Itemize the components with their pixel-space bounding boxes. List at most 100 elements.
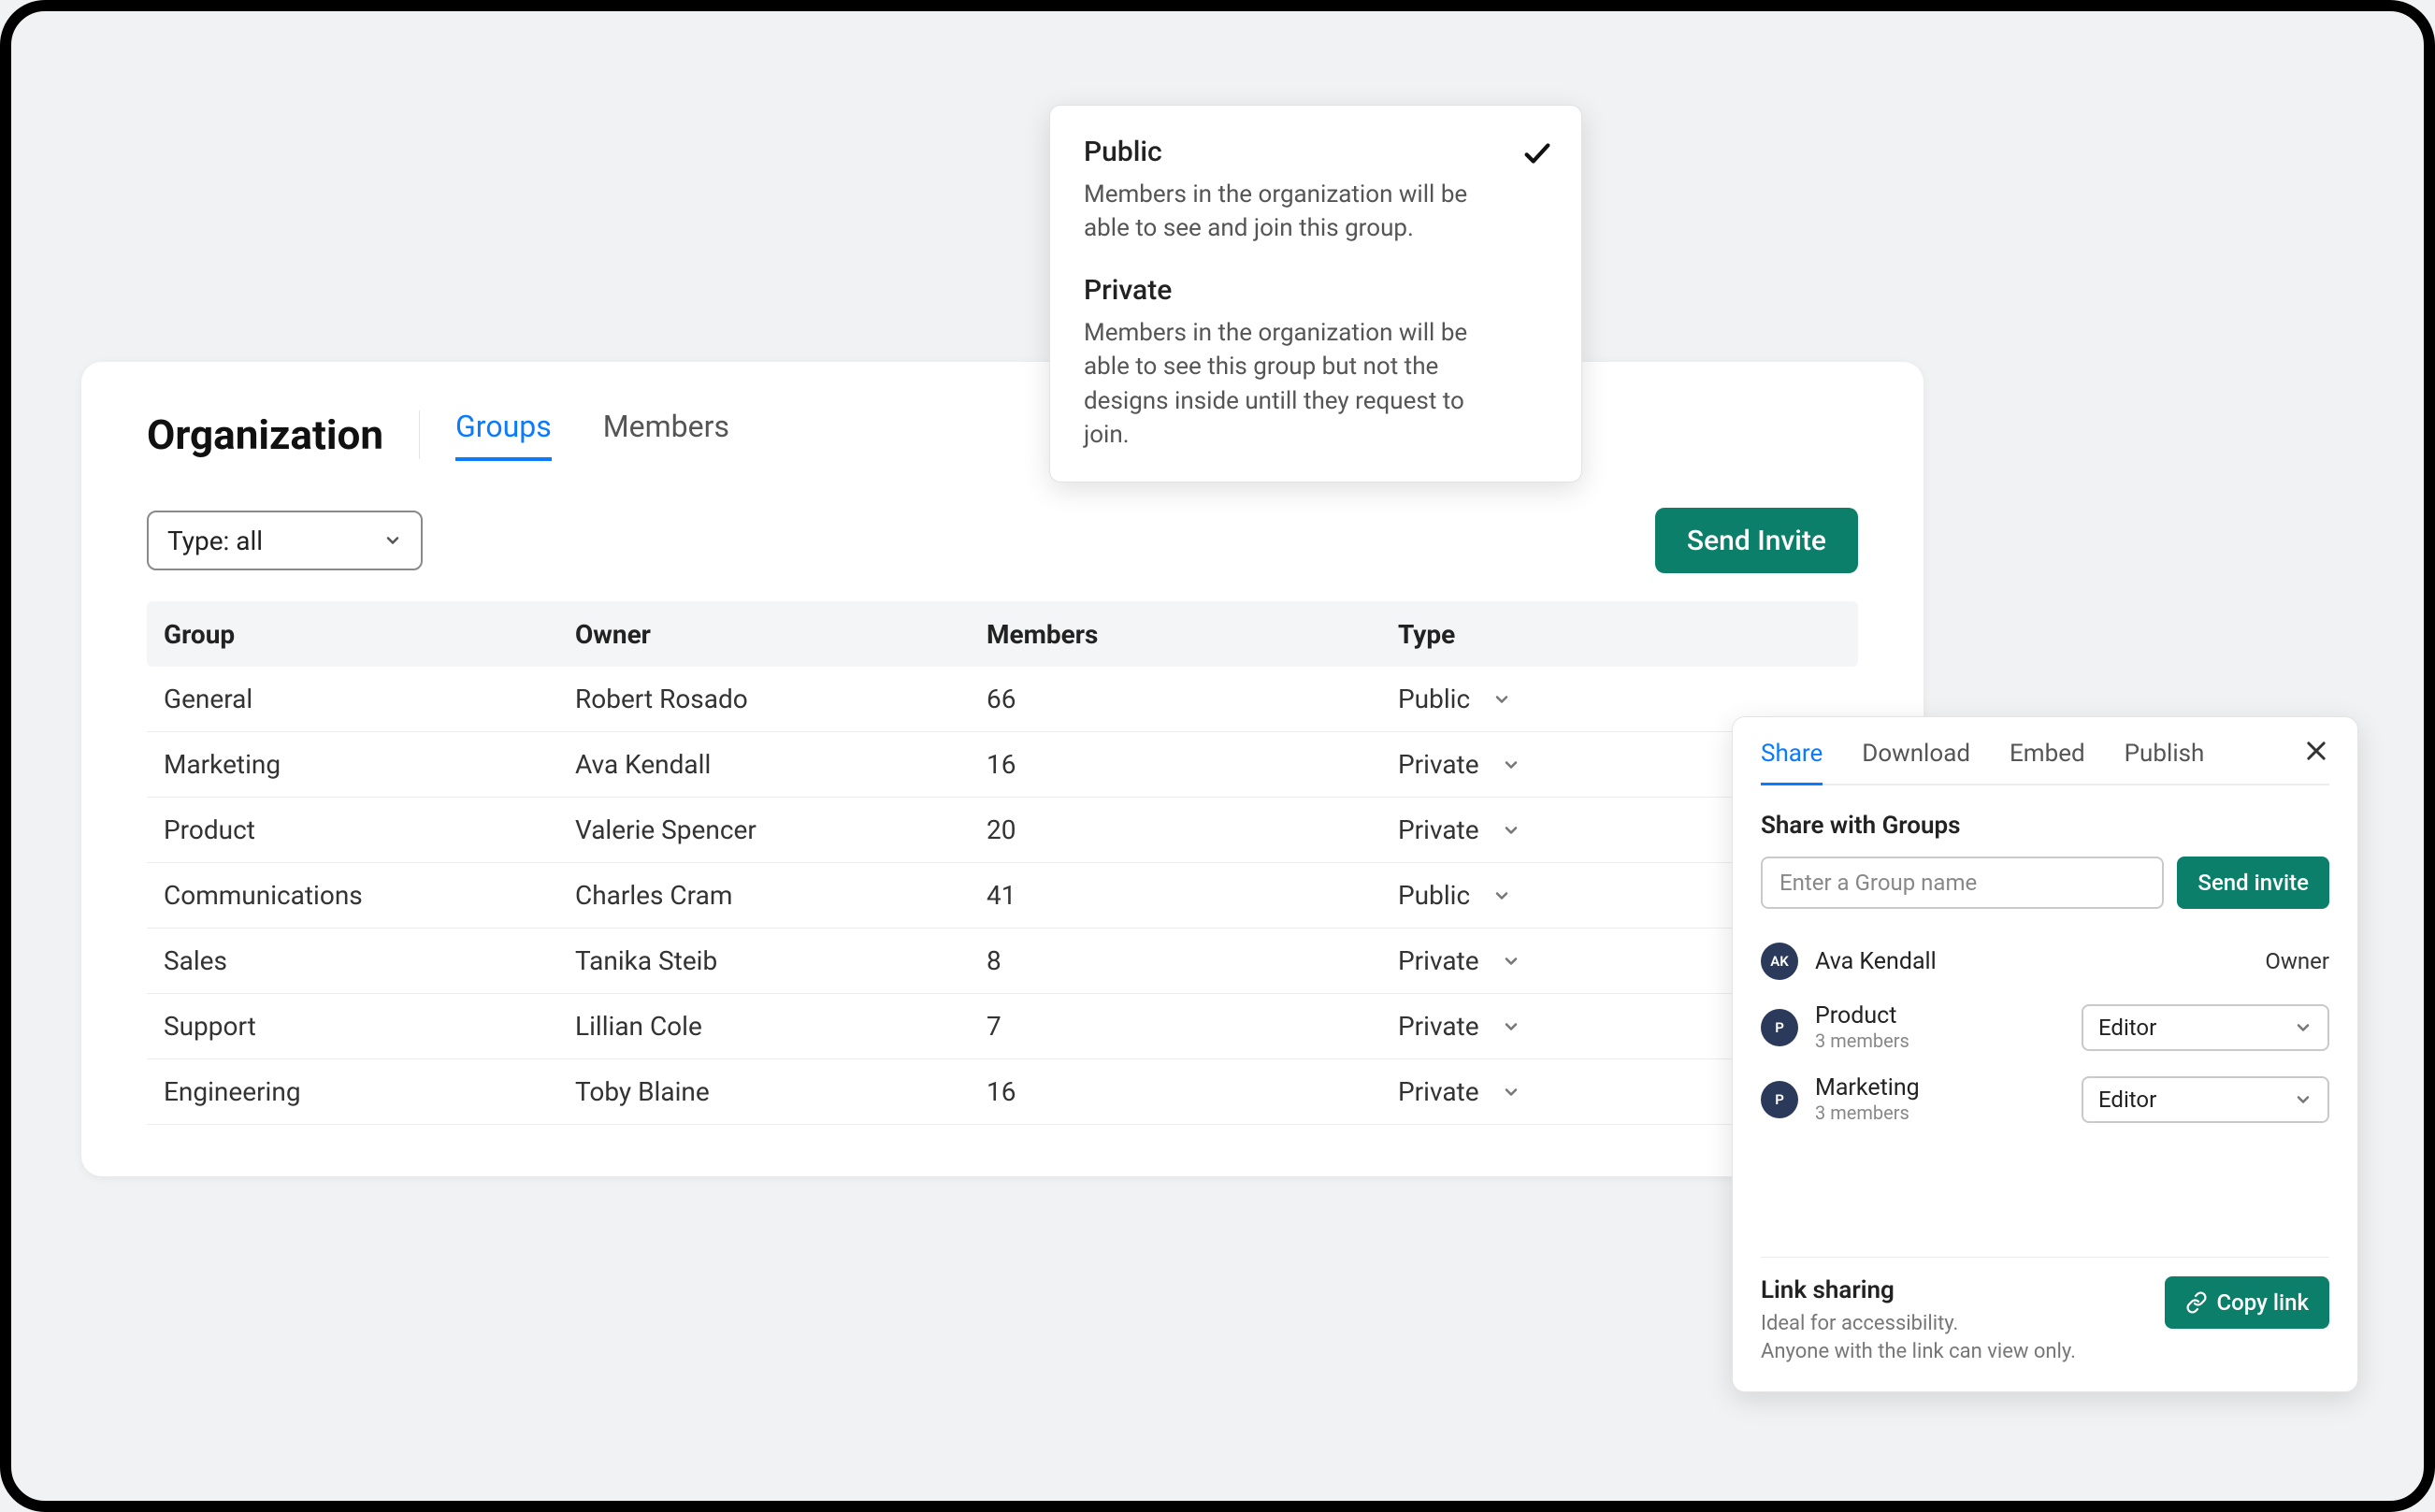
copy-link-button[interactable]: Copy link [2165, 1276, 2329, 1329]
chevron-down-icon [1502, 821, 1520, 840]
share-modal: Share Download Embed Publish Share with Gro… [1732, 716, 2358, 1392]
avatar: P [1761, 1009, 1798, 1046]
cell-group: Engineering [164, 1076, 575, 1107]
share-tab-download[interactable]: Download [1862, 740, 1970, 785]
share-send-invite-label: Send invite [2197, 870, 2309, 896]
table-row[interactable]: CommunicationsCharles Cram41Public [147, 863, 1858, 929]
table-row[interactable]: EngineeringToby Blaine16Private [147, 1059, 1858, 1125]
cell-group: General [164, 684, 575, 714]
cell-owner: Charles Cram [575, 880, 987, 911]
chevron-down-icon [383, 531, 402, 550]
tab-members[interactable]: Members [603, 409, 729, 461]
table-row[interactable]: SupportLillian Cole7Private [147, 994, 1858, 1059]
cell-group: Communications [164, 880, 575, 911]
table-header: Group Owner Members Type [147, 601, 1858, 667]
entry-sub: 3 members [1815, 1102, 2065, 1124]
type-filter-select[interactable]: Type: all [147, 511, 423, 570]
share-entry: P Product3 members Editor [1761, 991, 2329, 1063]
divider [1761, 1257, 2329, 1258]
copy-link-label: Copy link [2217, 1289, 2309, 1316]
type-value: Public [1398, 880, 1470, 911]
role-value: Editor [2098, 1087, 2156, 1113]
cell-members: 20 [987, 814, 1398, 845]
entry-name: Product [1815, 1002, 2065, 1030]
visibility-option-desc: Members in the organization will be able… [1084, 316, 1491, 453]
chevron-down-icon [1502, 1083, 1520, 1102]
entry-name: Marketing [1815, 1074, 2065, 1102]
entry-name: Ava Kendall [1815, 948, 2248, 975]
visibility-option-private[interactable]: Private Members in the organization will … [1084, 274, 1548, 453]
chevron-down-icon [2294, 1018, 2313, 1037]
table-row[interactable]: GeneralRobert Rosado66Public [147, 667, 1858, 732]
cell-group: Support [164, 1011, 575, 1042]
page-title: Organization [147, 410, 420, 459]
cell-members: 7 [987, 1011, 1398, 1042]
visibility-option-desc: Members in the organization will be able… [1084, 178, 1491, 246]
avatar: P [1761, 1081, 1798, 1118]
cell-group: Product [164, 814, 575, 845]
type-value: Public [1398, 684, 1470, 714]
role-value: Editor [2098, 1015, 2156, 1041]
entry-sub: 3 members [1815, 1030, 2065, 1052]
share-invite-row: Send invite [1761, 857, 2329, 909]
cell-owner: Robert Rosado [575, 684, 987, 714]
table-row[interactable]: ProductValerie Spencer20Private [147, 798, 1858, 863]
send-invite-button[interactable]: Send Invite [1655, 508, 1858, 573]
share-section-title: Share with Groups [1761, 812, 2329, 840]
cell-group: Sales [164, 945, 575, 976]
visibility-option-title: Private [1084, 274, 1491, 307]
cell-members: 16 [987, 1076, 1398, 1107]
share-tab-share[interactable]: Share [1761, 740, 1823, 785]
entry-text: Product3 members [1815, 1002, 2065, 1052]
entry-text: Marketing3 members [1815, 1074, 2065, 1124]
role-label: Owner [2265, 948, 2329, 974]
check-icon [1521, 137, 1553, 169]
share-send-invite-button[interactable]: Send invite [2177, 857, 2329, 909]
groups-table: Group Owner Members Type GeneralRobert R… [147, 601, 1858, 1125]
col-group: Group [164, 619, 575, 650]
org-tabs: Groups Members [455, 409, 729, 461]
cell-type[interactable]: Public [1398, 684, 1841, 714]
chevron-down-icon [1502, 1017, 1520, 1036]
table-row[interactable]: MarketingAva Kendall16Private [147, 732, 1858, 798]
type-value: Private [1398, 814, 1479, 845]
type-value: Private [1398, 1011, 1479, 1042]
table-row[interactable]: SalesTanika Steib8Private [147, 929, 1858, 994]
cell-owner: Tanika Steib [575, 945, 987, 976]
link-sharing-row: Link sharing Ideal for accessibility. An… [1761, 1276, 2329, 1365]
cell-members: 66 [987, 684, 1398, 714]
cell-owner: Valerie Spencer [575, 814, 987, 845]
link-icon [2185, 1291, 2208, 1314]
role-select[interactable]: Editor [2082, 1076, 2329, 1123]
cell-group: Marketing [164, 749, 575, 780]
cell-members: 16 [987, 749, 1398, 780]
share-tab-embed[interactable]: Embed [2010, 740, 2085, 785]
share-tab-publish[interactable]: Publish [2125, 740, 2205, 785]
type-value: Private [1398, 1076, 1479, 1107]
chevron-down-icon [1492, 690, 1511, 709]
role-select[interactable]: Editor [2082, 1004, 2329, 1051]
org-header: Organization Groups Members [147, 409, 1858, 461]
chevron-down-icon [2294, 1090, 2313, 1109]
organization-panel: Organization Groups Members Type: all Sen… [81, 362, 1924, 1176]
link-sharing-desc2: Anyone with the link can view only. [1761, 1338, 2076, 1366]
send-invite-label: Send Invite [1687, 525, 1826, 557]
share-entry: P Marketing3 members Editor [1761, 1063, 2329, 1135]
visibility-popover: PublicMembers in the organization will b… [1049, 105, 1582, 482]
cell-members: 8 [987, 945, 1398, 976]
chevron-down-icon [1502, 952, 1520, 971]
col-members: Members [987, 619, 1398, 650]
cell-owner: Lillian Cole [575, 1011, 987, 1042]
link-sharing-title: Link sharing [1761, 1276, 2076, 1304]
chevron-down-icon [1502, 756, 1520, 774]
share-entry: AKAva KendallOwner [1761, 931, 2329, 991]
tab-groups[interactable]: Groups [455, 409, 552, 461]
type-value: Private [1398, 945, 1479, 976]
link-sharing-desc1: Ideal for accessibility. [1761, 1310, 2076, 1338]
visibility-option-public[interactable]: PublicMembers in the organization will b… [1084, 136, 1548, 246]
group-name-input[interactable] [1761, 857, 2164, 909]
close-icon[interactable] [2303, 738, 2329, 764]
cell-members: 41 [987, 880, 1398, 911]
chevron-down-icon [1492, 886, 1511, 905]
col-type: Type [1398, 619, 1841, 650]
